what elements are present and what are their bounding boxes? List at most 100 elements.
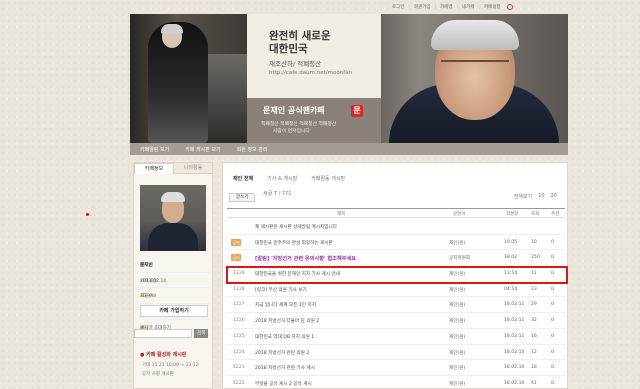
cafe-sidebar: 카페정보 나의활동 ♛ 문재인 매니저 카페개설 2011.02.10 회원수 … <box>133 162 213 389</box>
row-number: 1228 <box>233 286 245 292</box>
portrait-glasses <box>441 60 509 74</box>
table-row[interactable]: 1226 2018 지방선거 더불어 당 의원 2 재인(원) 18.02.11 32 0 <box>227 313 565 329</box>
table-row[interactable]: 1224 2018 지방선거 관련 의원 2 재인(원) 18.02.10 12 0 <box>227 345 565 361</box>
highlight-box <box>226 266 568 284</box>
tab-cafe-info[interactable]: 카페정보 <box>134 163 174 174</box>
sidebar-sub-item-1[interactable]: 기대 11.21 10:00 ~ 13:12 <box>142 362 199 368</box>
row-number: 1224 <box>233 349 245 355</box>
row-author[interactable]: 공지위원회 <box>449 255 470 261</box>
divider: | <box>434 4 437 10</box>
photo-hair <box>161 192 185 202</box>
view-all-toggle[interactable]: 전체보기 <box>514 193 532 200</box>
row-author[interactable]: 재인(원) <box>449 381 465 387</box>
col-views: 조회 <box>531 212 540 217</box>
cafe-title-box[interactable]: 문재인 공식팬카페 문 적폐청산 적폐청산 적폐청산 적폐청산 사람이 먼저입니… <box>247 98 381 143</box>
row-likes: 0 <box>551 365 554 371</box>
portrait-hair <box>431 20 519 50</box>
cafe-info-list: ♛ 문재인 매니저 카페개설 2011.02.10 회원수 30,948 방문수… <box>140 257 210 336</box>
cafe-subtitle-2: 사람이 먼저입니다 <box>273 129 310 134</box>
login-link[interactable]: 로그인 <box>392 4 404 10</box>
row-title[interactable]: 대한민국 민주주의 완성 희망하는 게시판 <box>255 240 333 246</box>
tab-board-all[interactable]: 재인 전체 <box>233 175 253 182</box>
cafe-settings-link[interactable]: 카페설정 <box>484 4 501 10</box>
sidebar-search-button[interactable]: 검색 <box>194 329 208 338</box>
board-table-header: 제목 글쓴이 작성일 조회 추천 <box>227 208 565 218</box>
row-views: 10 <box>531 239 537 245</box>
nav-item-member[interactable]: 회원 정보 관리 <box>237 146 268 153</box>
sidebar-section-title: ● 카페 활성화 게시판 <box>140 352 187 358</box>
row-date: 19.05 <box>504 239 518 245</box>
tab-my-activity[interactable]: 나의활동 <box>174 163 212 174</box>
row-author[interactable]: 재인(원) <box>449 302 465 308</box>
row-views: 16 <box>531 333 537 339</box>
row-title[interactable]: 2018 지방선거 관련 의원 2 <box>255 350 309 356</box>
row-author[interactable]: 재인(원) <box>449 240 465 246</box>
row-author[interactable]: 재인(원) <box>449 334 465 340</box>
photo-body <box>148 223 198 251</box>
view-count-10[interactable]: 10 <box>538 193 544 200</box>
row-author[interactable]: 재인(원) <box>449 318 465 324</box>
sidebar-search-input[interactable] <box>134 329 192 338</box>
cafe-title: 문재인 공식팬카페 <box>263 106 325 115</box>
row-author[interactable]: 재인(원) <box>449 350 465 356</box>
table-row[interactable]: 제 게시판은 게시판 상세알림 메시지입니다 <box>227 219 565 235</box>
tab-board-activity[interactable]: 카페활동 게시판 <box>311 175 345 182</box>
table-row[interactable]: 1222 무엇을 공유 게시 2 공유 게시 재인(원) 18.02.10 41 0 <box>227 376 565 389</box>
row-title[interactable]: 제 게시판은 게시판 상세알림 메시지입니다 <box>255 224 337 230</box>
row-views: 12 <box>531 349 537 355</box>
table-row[interactable]: 1228 [링크] 부산 의원 기사 보기 재인(원) 04:54 23 0 <box>227 282 565 298</box>
row-title[interactable]: 대한민국 역대 DB 지지 의원 1 <box>255 334 314 340</box>
slogan: 재조산하/ 적폐청산 <box>269 60 322 68</box>
cursor-dot <box>86 213 89 216</box>
col-likes: 추천 <box>551 212 560 217</box>
banner-text-panel: 완전히 새로운 대한민국 재조산하/ 적폐청산 http://cafe.daum… <box>247 14 381 143</box>
view-count-20[interactable]: 20 <box>551 193 557 200</box>
table-row[interactable]: 1227 지금 입니다 세계 모든 1인 지지 재인(원) 18.02.11 29 0 <box>227 297 565 314</box>
meta-total: 771 <box>281 191 292 197</box>
table-row[interactable]: 1223 2018 지방선거 관련 기사 게시 재인(원) 18.02.10 18 0 <box>227 360 565 376</box>
signup-link[interactable]: 회원가입 <box>414 4 431 10</box>
row-likes: 0 <box>551 380 554 386</box>
meta-new-count: 7 <box>273 191 277 197</box>
cafe-url[interactable]: http://cafe.daum.net/moonfan <box>269 70 352 76</box>
row-views: 250 <box>531 255 540 261</box>
write-button[interactable]: 글쓰기 <box>229 193 256 202</box>
row-title[interactable]: [알림] '지방선거 관련 유의사항' 협조해주세요 <box>255 255 356 262</box>
row-likes: 0 <box>551 239 554 245</box>
row-author[interactable]: 재인(원) <box>449 365 465 371</box>
row-number: 1225 <box>233 333 245 339</box>
table-row[interactable]: 공지 [알림] '지방선거 관련 유의사항' 협조해주세요 공지위원회 18.02 25… <box>227 250 565 267</box>
row-views: 23 <box>531 286 537 292</box>
join-cafe-button[interactable]: 카페 가입하기 <box>140 305 208 317</box>
row-title[interactable]: 2018 지방선거 더불어 당 의원 2 <box>255 318 319 324</box>
row-date: 18.02.11 <box>504 333 525 339</box>
circle-icon[interactable] <box>506 4 513 10</box>
nav-item-board[interactable]: 카페 게시판 보기 <box>185 146 220 153</box>
col-title: 제목 <box>337 212 346 217</box>
table-row[interactable]: 1225 대한민국 역대 DB 지지 의원 1 재인(원) 18.02.11 16 0 <box>227 329 565 345</box>
tab-board-news[interactable]: 기사 & 게시판 <box>267 175 297 182</box>
sidebar-tabs: 카페정보 나의활동 <box>134 163 212 174</box>
row-title[interactable]: 무엇을 공유 게시 2 공유 게시 <box>255 381 312 387</box>
nav-item-alerts[interactable]: 카페알림 보기 <box>140 146 169 153</box>
row-author[interactable]: 재인(원) <box>449 287 465 293</box>
row-date: 18.02.10 <box>504 380 525 386</box>
table-row[interactable]: 공지 대한민국 민주주의 완성 희망하는 게시판 재인(원) 19.05 10 0 <box>227 235 565 251</box>
row-likes: 0 <box>551 349 554 355</box>
board-tabs: 재인 전체 기사 & 게시판 카페활동 게시판 <box>233 175 345 182</box>
cafe-app-link[interactable]: 카페앱 <box>440 4 452 10</box>
row-title[interactable]: [링크] 부산 의원 기사 보기 <box>255 287 307 293</box>
since-value: 2011.02.10 <box>140 278 167 284</box>
board-view-controls: 전체보기 10 20 <box>514 193 557 200</box>
row-title[interactable]: 2018 지방선거 관련 기사 게시 <box>255 365 315 371</box>
my-cafe-link[interactable]: 내카페 <box>462 4 474 10</box>
row-views: 32 <box>531 318 537 324</box>
row-date: 18.02 <box>504 255 518 261</box>
row-number: 1227 <box>233 302 245 308</box>
divider: | <box>408 4 410 10</box>
divider: | <box>478 4 480 10</box>
sidebar-sub-item-2[interactable]: 공지 사항 게시판 <box>142 371 174 377</box>
row-title[interactable]: 지금 입니다 세계 모든 1인 지지 <box>255 302 316 308</box>
row-date: 04:54 <box>504 286 518 292</box>
info-row-members: 회원수 30,948 <box>140 288 210 305</box>
